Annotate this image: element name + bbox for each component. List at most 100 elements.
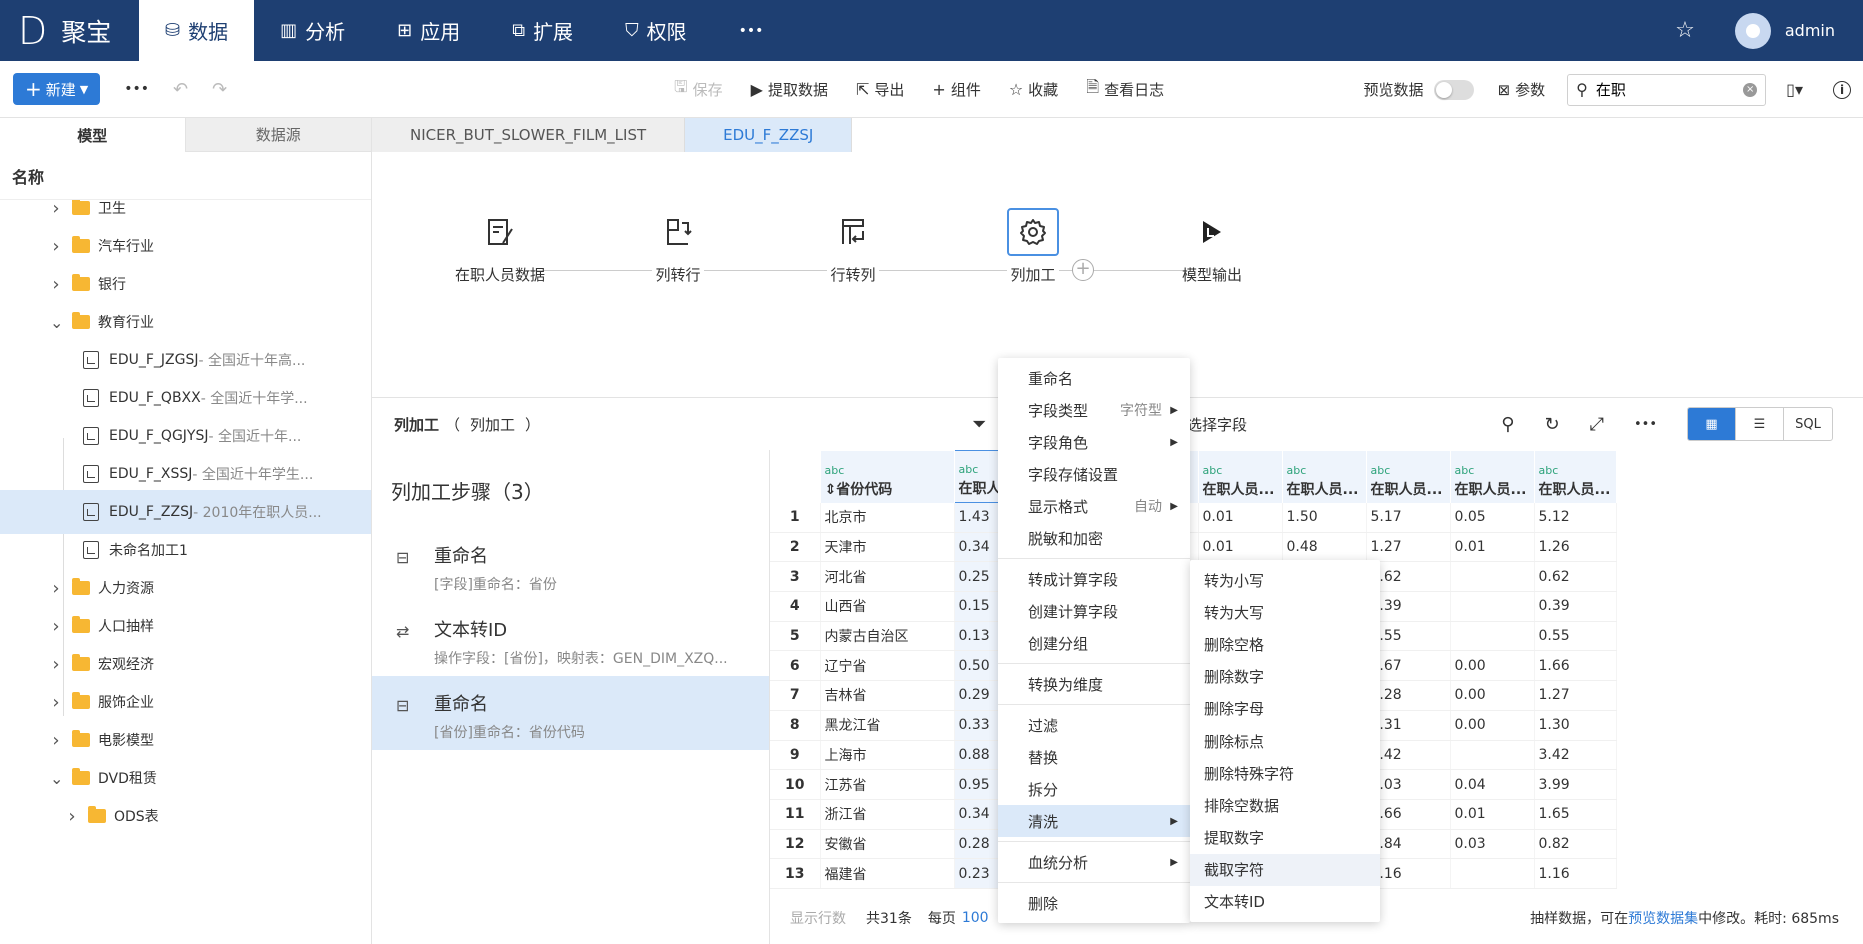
table-cell[interactable]: 0.04 [1450, 769, 1535, 800]
undo-icon[interactable]: ↶ [173, 79, 188, 100]
preview-dataset-link[interactable]: 预览数据集 [1628, 911, 1698, 927]
column-header[interactable]: abc 在职人员... [1282, 450, 1367, 503]
layout-icon[interactable]: ▯▾ [1786, 80, 1803, 99]
table-cell[interactable]: 0.01 [1450, 532, 1535, 563]
table-cell[interactable]: 浙江省 [820, 799, 955, 830]
search-icon[interactable]: ⚲ [1501, 414, 1514, 435]
chevron-right-icon[interactable]: › [50, 692, 62, 713]
table-cell[interactable]: 1.30 [1534, 710, 1617, 741]
data-source-icon[interactable] [474, 208, 526, 256]
table-cell[interactable]: 0.00 [1450, 680, 1535, 711]
context-menu-item[interactable]: 清洗 ▶ [998, 805, 1190, 837]
table-cell[interactable] [1450, 591, 1535, 622]
table-cell[interactable]: 1.27 [1534, 680, 1617, 711]
table-cell[interactable]: 吉林省 [820, 680, 955, 711]
chevron-right-icon[interactable]: › [50, 274, 62, 295]
table-cell[interactable]: 黑龙江省 [820, 710, 955, 741]
table-cell[interactable]: 安徽省 [820, 829, 955, 860]
chevron-right-icon[interactable]: › [50, 730, 62, 751]
table-cell[interactable]: 3.99 [1534, 769, 1617, 800]
fullscreen-icon[interactable]: ⤢ [1590, 414, 1604, 435]
more-icon[interactable]: ••• [124, 81, 149, 97]
table-cell[interactable]: 0.01 [1198, 532, 1283, 563]
column-header[interactable]: abc 在职人员... [1366, 450, 1451, 503]
column-header[interactable]: abc 在职人员... [1450, 450, 1535, 503]
context-menu-item[interactable]: 字段类型 字符型 ▶ [998, 394, 1190, 426]
nav-more[interactable]: ••• [713, 0, 790, 61]
tab-model[interactable]: 模型 [0, 118, 186, 152]
chevron-right-icon[interactable]: › [50, 200, 62, 219]
column-header[interactable]: abc 在职人员... [1198, 450, 1283, 503]
flow-node-2[interactable]: 行转列 [793, 208, 913, 285]
table-cell[interactable] [1450, 621, 1535, 652]
step-item[interactable]: ⊟ 重命名 [省份]重命名：省份代码 [372, 676, 769, 750]
submenu-item[interactable]: 排除空数据 [1190, 789, 1380, 821]
table-cell[interactable]: 1.50 [1282, 502, 1367, 533]
new-button[interactable]: + 新建 ▼ [13, 73, 101, 105]
table-cell[interactable] [1450, 858, 1535, 889]
export-button[interactable]: ⇱ 导出 [856, 79, 904, 100]
table-cell[interactable]: 3.42 [1534, 740, 1617, 771]
view-log-button[interactable]: 🗎 查看日志 [1086, 76, 1164, 103]
nav-1[interactable]: ▥ 分析 [254, 0, 371, 61]
page-size-select[interactable]: 100 [962, 910, 989, 926]
refresh-icon[interactable]: ↻ [1544, 414, 1559, 435]
context-menu-item[interactable]: 创建分组 [998, 627, 1190, 659]
gear-icon[interactable] [1007, 208, 1059, 256]
table-cell[interactable]: 山西省 [820, 591, 955, 622]
preview-toggle[interactable] [1433, 79, 1474, 100]
sql-view-button[interactable]: SQL [1784, 408, 1832, 440]
clear-icon[interactable]: × [1743, 82, 1758, 97]
extract-button[interactable]: ▶ 提取数据 [751, 79, 828, 100]
nav-2[interactable]: ⊞ 应用 [371, 0, 486, 61]
column-header[interactable]: abc 在职人员... [1534, 450, 1617, 503]
submenu-item[interactable]: 删除标点 [1190, 725, 1380, 757]
flow-node-4[interactable]: 模型输出 [1152, 208, 1272, 285]
flow-node-0[interactable]: 在职人员数据 [440, 208, 560, 285]
username[interactable]: admin [1785, 21, 1835, 40]
submenu-item[interactable]: 转为大写 [1190, 596, 1380, 628]
table-cell[interactable]: 江苏省 [820, 769, 955, 800]
nav-3[interactable]: ⧉ 扩展 [486, 0, 599, 61]
doc-tab-0[interactable]: NICER_BUT_SLOWER_FILM_LIST [372, 118, 686, 152]
select-field-button[interactable]: 选择字段 [1187, 414, 1247, 435]
table-cell[interactable]: 辽宁省 [820, 650, 955, 682]
doc-tab-1[interactable]: EDU_F_ZZSJ [685, 118, 853, 152]
redo-icon[interactable]: ↷ [212, 79, 227, 100]
add-node-icon[interactable]: + [1072, 259, 1094, 281]
context-menu-item[interactable]: 显示格式 自动 ▶ [998, 490, 1190, 522]
submenu-item[interactable]: 截取字符 [1190, 853, 1380, 886]
component-button[interactable]: + 组件 [932, 79, 980, 100]
chevron-right-icon[interactable]: › [50, 578, 62, 599]
submenu-item[interactable]: 删除空格 [1190, 628, 1380, 660]
context-menu-item[interactable]: 创建计算字段 [998, 595, 1190, 627]
favorite-button[interactable]: ☆ 收藏 [1009, 79, 1058, 100]
context-menu-item[interactable]: 过滤 [998, 709, 1190, 741]
more-icon[interactable]: ••• [1634, 417, 1657, 432]
table-cell[interactable]: 1.65 [1534, 799, 1617, 830]
sort-icon[interactable]: ⇕ [825, 482, 837, 498]
chevron-right-icon[interactable]: › [50, 654, 62, 675]
submenu-item[interactable]: 删除字母 [1190, 693, 1380, 725]
output-icon[interactable] [1186, 208, 1238, 256]
tree-folder[interactable]: › ODS表 [0, 794, 371, 838]
table-cell[interactable]: 0.82 [1534, 829, 1617, 860]
filter-icon[interactable]: ⏷ [972, 414, 986, 435]
table-cell[interactable]: 北京市 [820, 502, 955, 533]
submenu-item[interactable]: 转为小写 [1190, 564, 1380, 596]
table-cell[interactable] [1450, 561, 1535, 593]
table-cell[interactable]: 5.12 [1534, 502, 1617, 533]
node-name-chip[interactable]: 列加工 [460, 414, 525, 435]
avatar[interactable] [1734, 12, 1771, 49]
table-cell[interactable]: 内蒙古自治区 [820, 621, 955, 652]
table-cell[interactable]: 1.27 [1366, 532, 1451, 563]
list-view-button[interactable]: ☰ [1736, 408, 1784, 440]
context-menu-item[interactable]: 删除 [998, 887, 1190, 919]
column-header[interactable]: abc ⇕省份代码 [820, 450, 955, 503]
context-menu-item[interactable]: 转换为维度 [998, 668, 1190, 700]
context-menu-item[interactable]: 血统分析 ▶ [998, 846, 1190, 878]
submenu-item[interactable]: 文本转ID [1190, 886, 1380, 918]
chevron-right-icon[interactable]: › [50, 236, 62, 257]
table-cell[interactable]: 福建省 [820, 858, 955, 889]
chevron-down-icon[interactable]: ⌄ [50, 769, 63, 788]
